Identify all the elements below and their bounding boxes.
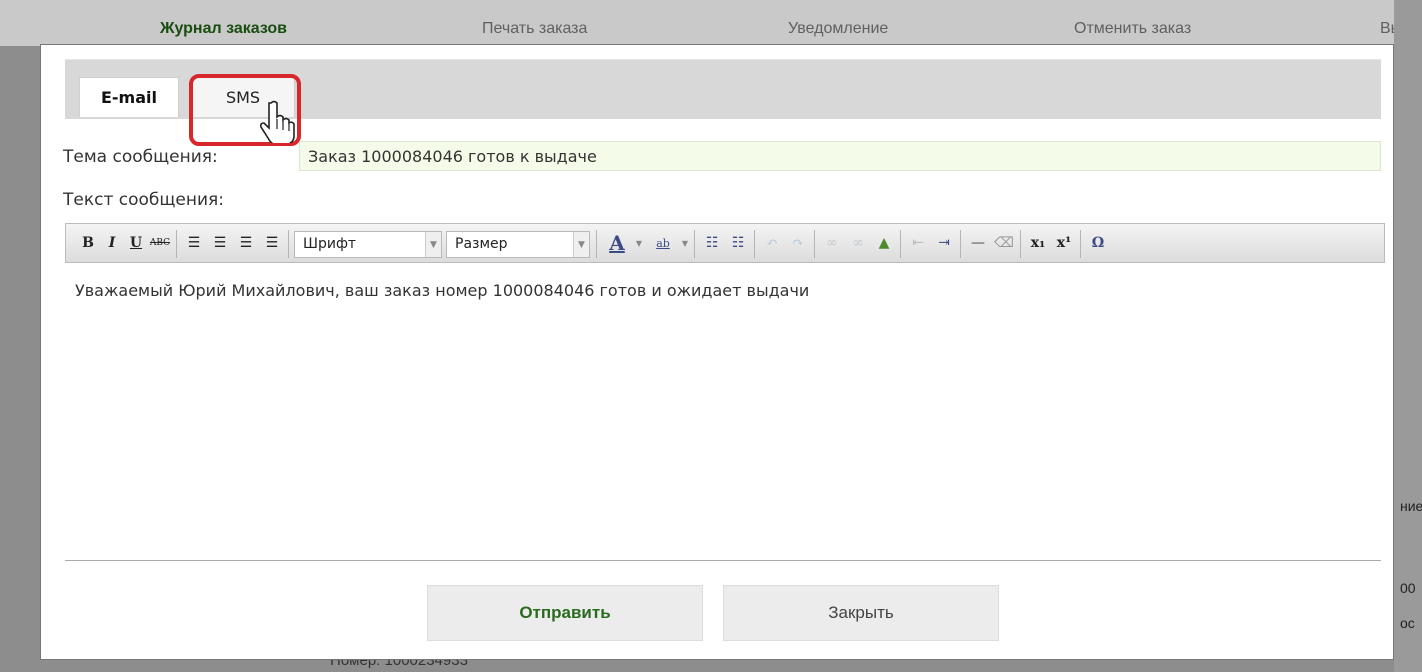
align-center-icon[interactable]: ☰ <box>208 230 232 256</box>
italic-icon[interactable]: I <box>100 230 124 256</box>
outdent-icon[interactable]: ⇤ <box>906 230 930 256</box>
size-select[interactable]: Размер ▼ <box>446 231 590 258</box>
chevron-down-icon[interactable]: ▼ <box>634 230 644 256</box>
bg-fragment-1: ние <box>1400 498 1422 514</box>
tab-email[interactable]: E-mail <box>79 77 179 117</box>
nav-cancel-order[interactable]: Отменить заказ <box>1074 20 1191 38</box>
numbered-list-icon[interactable]: ☷ <box>726 230 750 256</box>
chevron-down-icon: ▼ <box>425 232 441 257</box>
align-justify-icon[interactable]: ☰ <box>260 230 284 256</box>
subscript-icon[interactable]: x₁ <box>1026 230 1050 256</box>
text-color-icon[interactable]: A <box>602 230 632 256</box>
message-body-text: Уважаемый Юрий Михайлович, ваш заказ ном… <box>75 281 810 300</box>
superscript-icon[interactable]: x¹ <box>1052 230 1076 256</box>
background-color-icon[interactable]: ab <box>648 230 678 256</box>
strikethrough-icon[interactable]: ABC <box>148 230 172 256</box>
underline-icon[interactable]: U <box>124 230 148 256</box>
bg-fragment-3: ос <box>1400 615 1415 631</box>
indent-icon[interactable]: ⇥ <box>932 230 956 256</box>
editor-toolbar: B I U ABC ☰ ☰ ☰ ☰ Шрифт ▼ Размер ▼ A ▼ a… <box>65 223 1385 263</box>
remove-format-icon[interactable]: ⌫ <box>992 230 1016 256</box>
font-select[interactable]: Шрифт ▼ <box>294 231 442 258</box>
redo-icon[interactable]: ↷ <box>786 230 810 256</box>
size-select-label: Размер <box>455 236 508 252</box>
font-select-label: Шрифт <box>303 236 357 252</box>
chevron-down-icon: ▼ <box>573 232 589 257</box>
hand-cursor-icon <box>260 100 295 143</box>
body-label: Текст сообщения: <box>63 190 224 210</box>
bg-fragment-2: 00 <box>1400 580 1416 596</box>
close-button[interactable]: Закрыть <box>723 585 999 641</box>
notification-dialog: E-mail SMS Тема сообщения: Заказ 1000084… <box>40 44 1394 660</box>
align-right-icon[interactable]: ☰ <box>234 230 258 256</box>
chevron-down-icon[interactable]: ▼ <box>680 230 690 256</box>
message-editor[interactable]: Уважаемый Юрий Михайлович, ваш заказ ном… <box>65 263 1385 559</box>
link-icon[interactable]: ∞ <box>820 230 844 256</box>
dialog-divider <box>65 560 1381 561</box>
subject-field[interactable]: Заказ 1000084046 готов к выдаче <box>299 141 1381 171</box>
horizontal-rule-icon[interactable]: — <box>966 230 990 256</box>
bold-icon[interactable]: B <box>76 230 100 256</box>
subject-label: Тема сообщения: <box>63 147 218 167</box>
nav-print-order[interactable]: Печать заказа <box>482 20 587 38</box>
bullet-list-icon[interactable]: ☷ <box>700 230 724 256</box>
nav-notification[interactable]: Уведомление <box>788 20 888 38</box>
background-nav: Журнал заказов Печать заказа Уведомление… <box>0 0 1422 46</box>
background-right-edge: ние 00 ос <box>1394 0 1422 672</box>
unlink-icon[interactable]: ∞ <box>846 230 870 256</box>
nav-orders-journal[interactable]: Журнал заказов <box>160 20 287 38</box>
undo-icon[interactable]: ↶ <box>760 230 784 256</box>
special-char-icon[interactable]: Ω <box>1086 230 1110 256</box>
send-button[interactable]: Отправить <box>427 585 703 641</box>
align-left-icon[interactable]: ☰ <box>182 230 206 256</box>
image-icon[interactable]: ▲ <box>872 230 896 256</box>
